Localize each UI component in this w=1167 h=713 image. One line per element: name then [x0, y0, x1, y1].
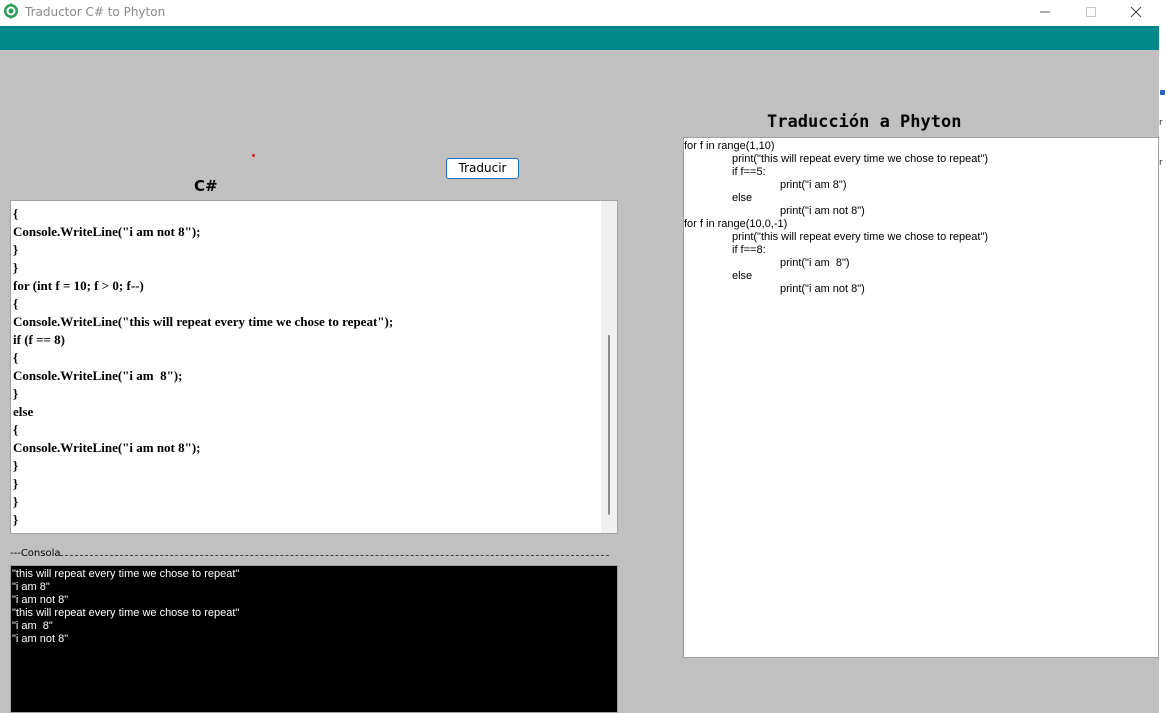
console-line: "i am 8"	[12, 581, 50, 593]
csharp-code-line: {	[13, 296, 19, 311]
console-divider	[60, 555, 609, 556]
edge-fragment-text: r	[1159, 118, 1163, 128]
python-code-line: print("i am 8")	[780, 179, 847, 191]
title-bar: Traductor C# to Phyton	[0, 0, 1167, 26]
maximize-icon	[1086, 7, 1096, 17]
csharp-code-editor[interactable]: { Console.WriteLine("i am not 8");}} for (…	[10, 200, 618, 534]
csharp-code-line: Console.WriteLine("i am 8");	[13, 368, 183, 383]
python-code-line: if f==8:	[732, 244, 766, 256]
translate-button[interactable]: Traducir	[446, 158, 519, 179]
csharp-code-line: Console.WriteLine("i am not 8");	[13, 440, 201, 455]
console-line: "this will repeat every time we chose to…	[12, 607, 240, 619]
console-line: "i am not 8"	[12, 633, 69, 645]
header-band	[0, 26, 1159, 50]
edge-marker	[1160, 90, 1165, 95]
python-code-line: for f in range(1,10)	[684, 140, 775, 152]
python-code-line: print("i am 8")	[780, 257, 850, 269]
csharp-code-line: {	[13, 422, 19, 437]
console-label: ---Consola	[10, 548, 61, 559]
csharp-code-line: Console.WriteLine("this will repeat ever…	[13, 314, 394, 329]
csharp-code-line: }	[13, 476, 19, 491]
csharp-code-line: }	[13, 260, 19, 275]
console-lines: "this will repeat every time we chose to…	[12, 568, 239, 646]
edge-fragment-text: r	[1159, 158, 1163, 168]
minimize-icon	[1040, 11, 1050, 13]
background-window-edge: r r	[1159, 26, 1167, 713]
csharp-code-line: Console.WriteLine("i am not 8");	[13, 224, 201, 239]
csharp-code-line: else	[13, 404, 34, 419]
python-code-line: print("this will repeat every time we ch…	[732, 231, 989, 243]
close-icon	[1130, 6, 1142, 18]
csharp-code-line: {	[13, 206, 19, 221]
python-heading: Traducción a Phyton	[767, 112, 962, 132]
python-code-line: else	[732, 270, 753, 282]
scrollbar-thumb[interactable]	[608, 335, 610, 515]
python-code-lines: for f in range(1,10) print("this will rep…	[684, 140, 988, 296]
csharp-code-line: if (f == 8)	[13, 332, 65, 347]
python-code-line: if f==5:	[732, 166, 766, 178]
console-line: "this will repeat every time we chose to…	[12, 568, 240, 580]
csharp-code-line: {	[13, 350, 19, 365]
python-code-line: for f in range(10,0,-1)	[684, 218, 788, 230]
window-title: Traductor C# to Phyton	[25, 5, 166, 19]
python-code-line: print("i am not 8")	[780, 205, 865, 217]
python-code-line: print("i am not 8")	[780, 283, 865, 295]
console-output: "this will repeat every time we chose to…	[10, 565, 618, 713]
console-line: "i am not 8"	[12, 594, 69, 606]
app-logo-icon	[3, 3, 19, 19]
minimize-button[interactable]	[1022, 0, 1068, 24]
csharp-code-line: }	[13, 386, 19, 401]
marker-dot	[252, 154, 255, 157]
python-code-line: print("this will repeat every time we ch…	[732, 153, 989, 165]
csharp-code-line: }	[13, 512, 19, 527]
csharp-code-lines: { Console.WriteLine("i am not 8");}} for (…	[13, 205, 393, 529]
csharp-heading: C#	[194, 177, 218, 195]
csharp-code-line: }	[13, 242, 19, 257]
close-button[interactable]	[1113, 0, 1159, 24]
vertical-scrollbar[interactable]	[601, 201, 617, 533]
csharp-code-line: for (int f = 10; f > 0; f--)	[13, 278, 144, 293]
csharp-code-line: }	[13, 458, 19, 473]
maximize-button[interactable]	[1068, 0, 1114, 24]
python-output-box[interactable]: for f in range(1,10) print("this will rep…	[683, 137, 1159, 658]
console-line: "i am 8"	[12, 620, 53, 632]
python-code-line: else	[732, 192, 753, 204]
csharp-code-line: }	[13, 494, 19, 509]
